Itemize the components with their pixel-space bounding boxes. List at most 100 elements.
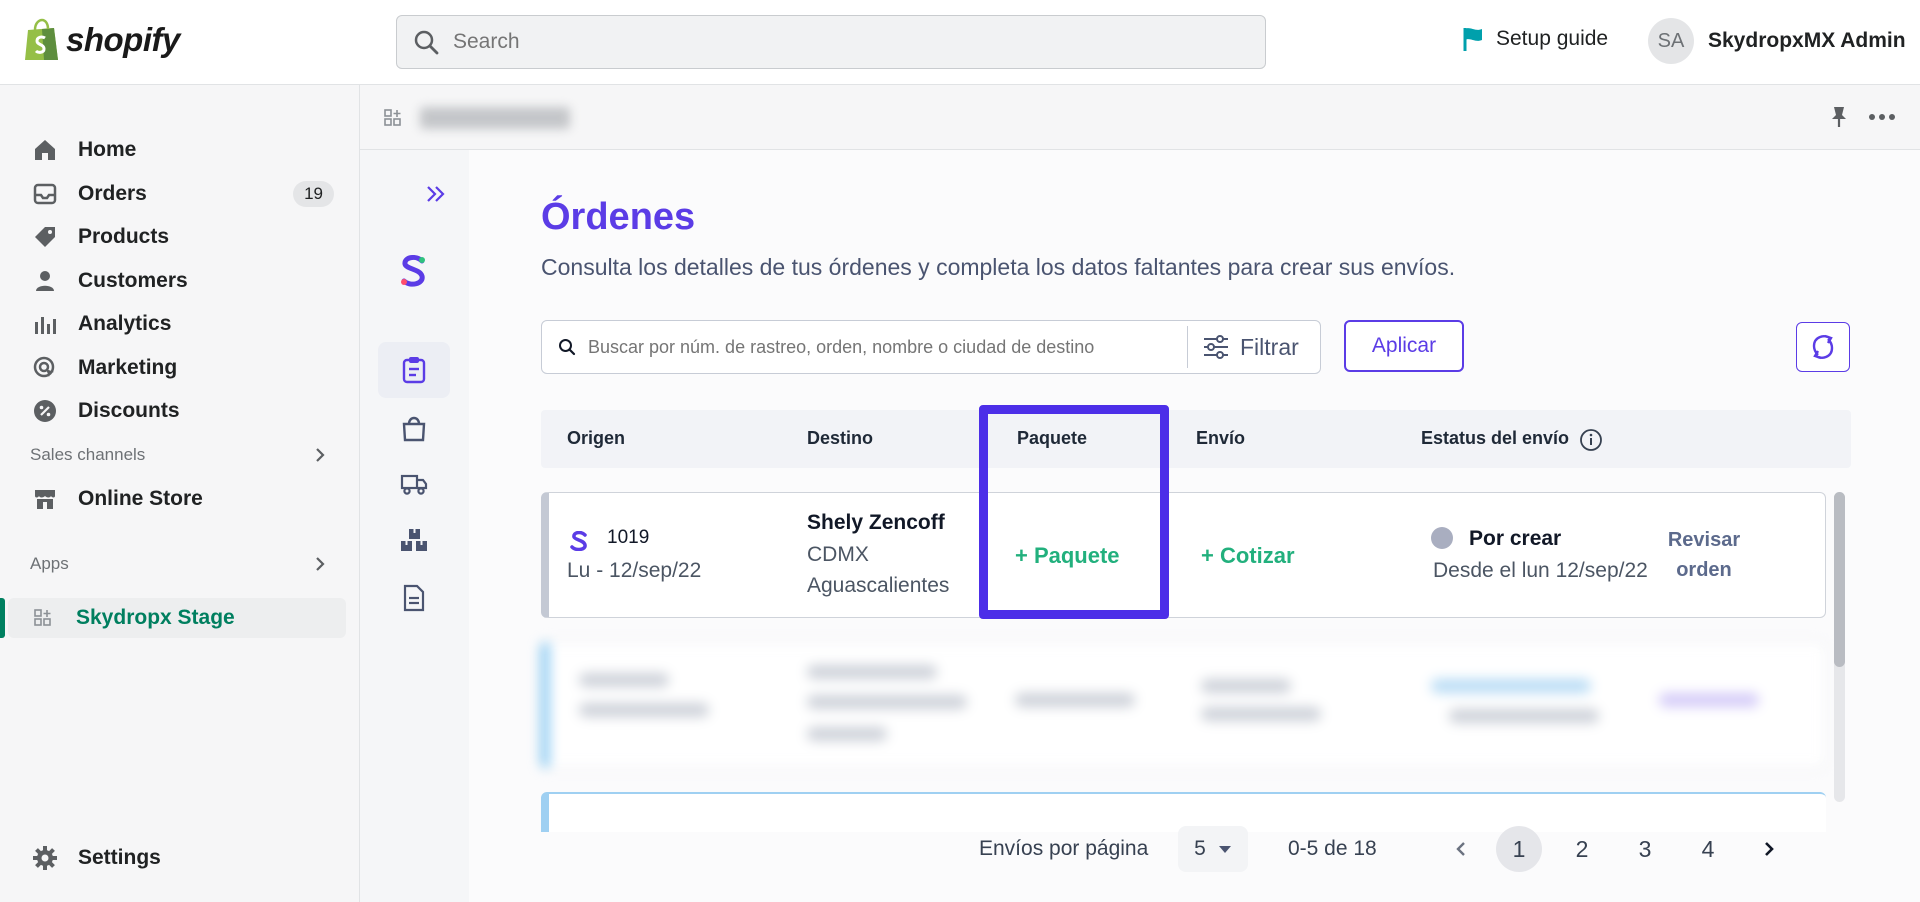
per-page-select[interactable]: 5	[1178, 826, 1248, 872]
skydropx-logo-icon	[570, 531, 587, 551]
table-header: Origen Destino Paquete Envío Estatus del…	[541, 410, 1851, 468]
next-page-button[interactable]	[1746, 826, 1792, 872]
home-icon	[32, 137, 58, 163]
orders-search-input[interactable]	[588, 336, 1168, 358]
rail-documents[interactable]	[378, 570, 450, 626]
sidebar: Home Orders 19 Products Customers Analyt…	[0, 85, 360, 902]
info-icon[interactable]	[1579, 428, 1603, 452]
rail-packages[interactable]	[378, 512, 450, 568]
per-page-label: Envíos por página	[979, 837, 1149, 860]
global-search[interactable]	[396, 15, 1266, 69]
sidebar-item-discounts[interactable]: Discounts	[0, 391, 360, 431]
rail-orders[interactable]	[378, 342, 450, 398]
document-icon	[403, 584, 425, 612]
sidebar-item-label: Orders	[78, 182, 147, 205]
order-date: Lu - 12/sep/22	[567, 559, 702, 582]
sidebar-item-online-store[interactable]: Online Store	[0, 479, 360, 519]
destination-city: CDMX	[807, 543, 869, 566]
boxes-icon	[401, 529, 427, 551]
search-icon	[559, 339, 576, 356]
person-icon	[32, 268, 58, 294]
sidebar-item-skydropx-stage[interactable]: Skydropx Stage	[8, 598, 346, 638]
user-menu[interactable]: SA SkydropxMX Admin	[1648, 18, 1906, 64]
orders-search[interactable]	[542, 326, 1188, 368]
shopify-logo[interactable]: shopify	[22, 18, 180, 62]
sliders-icon	[1204, 335, 1228, 359]
more-options-icon[interactable]	[1868, 113, 1896, 121]
scroll-thumb[interactable]	[1834, 492, 1845, 667]
review-order-link[interactable]: Revisar orden	[1649, 525, 1759, 585]
sidebar-item-label: Customers	[78, 269, 188, 292]
per-page-value: 5	[1194, 837, 1206, 860]
bar-chart-icon	[32, 311, 58, 337]
page-3-button[interactable]: 3	[1622, 826, 1668, 872]
chevron-right-icon	[1765, 842, 1774, 856]
page-title: Órdenes	[541, 196, 696, 238]
sidebar-item-label: Settings	[78, 846, 161, 869]
paquete-highlight-box	[979, 405, 1169, 619]
search-input[interactable]	[453, 30, 1233, 54]
prev-page-button[interactable]	[1438, 826, 1484, 872]
sidebar-item-settings[interactable]: Settings	[0, 838, 360, 878]
sidebar-item-analytics[interactable]: Analytics	[0, 304, 360, 344]
shopify-wordmark: shopify	[66, 21, 180, 58]
store-icon	[32, 486, 58, 512]
app-grid-icon	[30, 605, 56, 631]
caret-down-icon	[1218, 845, 1231, 853]
setup-guide-button[interactable]: Setup guide	[1462, 26, 1608, 52]
column-envio: Envío	[1196, 428, 1246, 448]
chevron-left-icon	[1456, 842, 1465, 856]
setup-guide-label: Setup guide	[1496, 27, 1609, 50]
refresh-button[interactable]	[1796, 322, 1850, 372]
shopify-bag-icon	[25, 18, 58, 60]
chevron-right-icon[interactable]	[312, 556, 328, 572]
orders-icon	[32, 181, 58, 207]
skydropx-logo-icon[interactable]	[396, 255, 432, 287]
quote-shipping-link[interactable]: + Cotizar	[1201, 543, 1295, 569]
sidebar-item-label: Home	[78, 138, 137, 161]
page-subtitle: Consulta los detalles de tus órdenes y c…	[541, 254, 1456, 280]
orders-count-badge: 19	[293, 181, 334, 207]
top-bar: shopify Setup guide SA SkydropxMX Admin	[0, 0, 1920, 85]
apps-heading: Apps	[30, 554, 69, 573]
truck-icon	[400, 474, 428, 495]
apply-button[interactable]: Aplicar	[1344, 320, 1464, 372]
expand-icon[interactable]	[426, 185, 446, 203]
refresh-icon	[1812, 334, 1834, 360]
rail-store[interactable]	[378, 400, 450, 456]
sidebar-item-customers[interactable]: Customers	[0, 261, 360, 301]
column-estatus: Estatus del envío	[1421, 428, 1570, 448]
sidebar-item-home[interactable]: Home	[0, 130, 360, 170]
rail-shipments[interactable]	[378, 456, 450, 512]
user-name: SkydropxMX Admin	[1708, 29, 1906, 52]
avatar: SA	[1648, 18, 1694, 64]
clipboard-icon	[402, 357, 426, 384]
page-4-button[interactable]: 4	[1685, 826, 1731, 872]
table-scrollbar[interactable]	[1834, 492, 1845, 802]
app-grid-icon	[384, 109, 401, 126]
sidebar-item-orders[interactable]: Orders 19	[0, 174, 360, 214]
order-number: 1019	[607, 527, 650, 548]
column-destino: Destino	[807, 428, 874, 448]
sidebar-item-label: Analytics	[78, 312, 172, 335]
sidebar-item-marketing[interactable]: Marketing	[0, 348, 360, 388]
sidebar-item-label: Marketing	[78, 356, 178, 379]
table-row[interactable]: 1019 Lu - 12/sep/22 Shely Zencoff CDMX A…	[541, 492, 1826, 618]
app-header	[360, 85, 1920, 150]
chevron-right-icon[interactable]	[312, 447, 328, 463]
page-1-button[interactable]: 1	[1496, 826, 1542, 872]
app-side-rail	[360, 150, 469, 902]
filter-button[interactable]: Filtrar	[1188, 334, 1299, 361]
active-indicator	[0, 598, 5, 638]
sales-channels-heading: Sales channels	[30, 445, 146, 464]
review-line-1: Revisar	[1667, 529, 1741, 551]
page-2-button[interactable]: 2	[1559, 826, 1605, 872]
sidebar-item-products[interactable]: Products	[0, 217, 360, 257]
status-since: Desde el lun 12/sep/22	[1433, 559, 1648, 582]
column-origen: Origen	[567, 428, 626, 448]
pagination-range: 0-5 de 18	[1288, 837, 1377, 860]
search-icon	[414, 30, 439, 55]
review-line-2: orden	[1676, 559, 1732, 581]
gear-icon	[32, 845, 58, 871]
pin-icon[interactable]	[1828, 105, 1850, 129]
